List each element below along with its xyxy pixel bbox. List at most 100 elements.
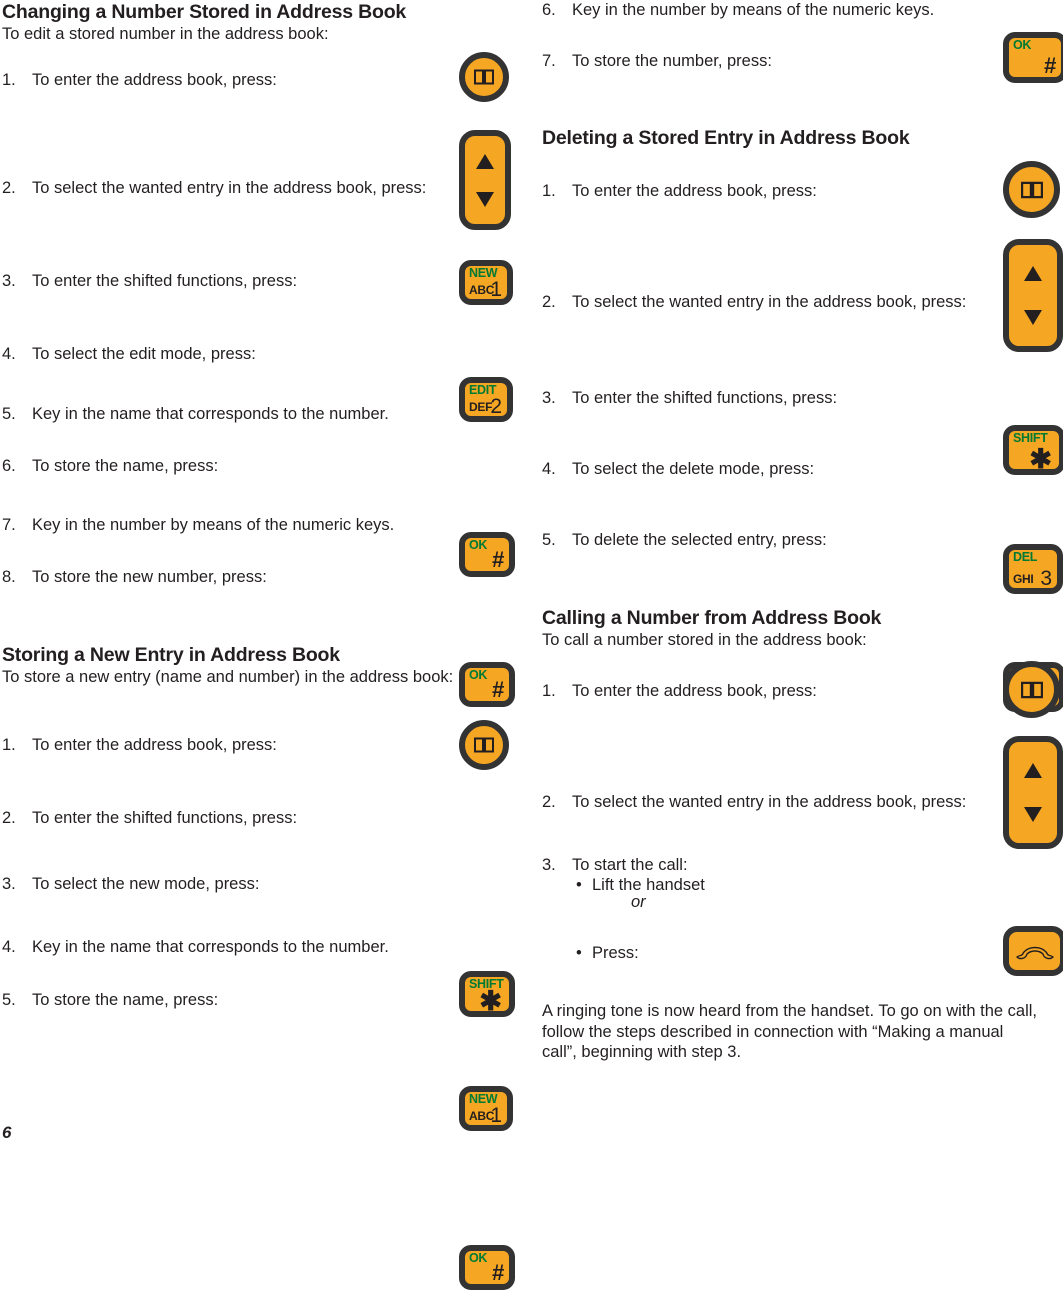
step-text: To select the wanted entry in the addres…	[32, 179, 427, 197]
step-number: 8.	[2, 568, 16, 586]
step-item: 4. To select the delete mode, press:	[542, 459, 992, 479]
step-item: 6. Key in the number by means of the num…	[542, 0, 982, 20]
step-number: 3.	[542, 389, 556, 407]
step-number: 2.	[2, 179, 16, 197]
step-item: 3. To start the call:	[542, 855, 992, 875]
bullet-item-press: • Press:	[576, 943, 876, 963]
step-number: 5.	[2, 405, 16, 423]
step-text: To select the wanted entry in the addres…	[572, 293, 967, 311]
shift-star-key-icon[interactable]: SHIFT ✱	[459, 971, 515, 1017]
step-number: 5.	[542, 531, 556, 549]
step-text: Key in the name that corresponds to the …	[32, 938, 389, 956]
bullet-glyph: •	[576, 876, 582, 894]
bullet-text: Press:	[592, 944, 639, 962]
step-item: 2. To select the wanted entry in the add…	[542, 292, 992, 312]
step-text: To select the wanted entry in the addres…	[572, 793, 967, 811]
step-text: To store the number, press:	[572, 52, 772, 70]
step-number: 7.	[542, 52, 556, 70]
step-item: 1. To enter the address book, press:	[542, 681, 992, 701]
new-abc-1-key-icon[interactable]: NEW ABC 1	[459, 260, 513, 305]
key-label-2: 2	[490, 395, 502, 418]
shift-star-key-icon[interactable]: SHIFT ✱	[1003, 425, 1063, 475]
key-label-hash: #	[1043, 53, 1056, 78]
address-book-key-icon[interactable]	[1003, 161, 1060, 218]
ok-hash-key-icon[interactable]: OK #	[1003, 32, 1063, 83]
section-heading-storing-entry: Storing a New Entry in Address Book To s…	[2, 645, 502, 687]
ok-hash-key-icon[interactable]: OK #	[459, 662, 515, 707]
ok-hash-key-icon[interactable]: OK #	[459, 1245, 515, 1290]
arrow-up-icon	[476, 153, 494, 169]
or-separator: or	[631, 893, 646, 911]
arrow-down-icon	[1024, 310, 1042, 326]
step-text: To start the call:	[572, 856, 688, 874]
step-text: To enter the address book, press:	[572, 182, 817, 200]
key-label-3: 3	[1040, 567, 1052, 590]
step-text: To delete the selected entry, press:	[572, 531, 827, 549]
ok-hash-key-icon[interactable]: OK #	[459, 532, 515, 577]
step-number: 1.	[2, 71, 16, 89]
step-number: 7.	[2, 516, 16, 534]
step-text: To store the new number, press:	[32, 568, 267, 586]
section-title: Deleting a Stored Entry in Address Book	[542, 127, 910, 149]
step-number: 3.	[2, 875, 16, 893]
step-text: To select the delete mode, press:	[572, 460, 815, 478]
step-number: 6.	[2, 457, 16, 475]
up-down-arrow-key-icon[interactable]	[1003, 736, 1063, 849]
step-number: 3.	[2, 272, 16, 290]
key-label-del: DEL	[1013, 550, 1038, 564]
step-item: 4. Key in the name that corresponds to t…	[2, 937, 442, 957]
step-text: To enter the address book, press:	[32, 71, 277, 89]
up-down-arrow-key-icon[interactable]	[459, 130, 511, 230]
key-label-ghi: GHI	[1013, 572, 1034, 586]
step-text: To enter the address book, press:	[32, 736, 277, 754]
step-item: 3. To enter the shifted functions, press…	[2, 271, 442, 291]
right-column: 6. Key in the number by means of the num…	[540, 0, 1063, 1149]
key-label-hash: #	[491, 1260, 504, 1285]
step-item: 4. To select the edit mode, press:	[2, 344, 442, 364]
step-item: 7. To store the number, press:	[542, 51, 982, 71]
key-label-hash: #	[491, 677, 504, 702]
step-text: To store the name, press:	[32, 991, 219, 1009]
step-text: To store the name, press:	[32, 457, 219, 475]
step-number: 1.	[2, 736, 16, 754]
step-text: To select the new mode, press:	[32, 875, 260, 893]
step-number: 2.	[542, 293, 556, 311]
address-book-key-icon[interactable]	[459, 720, 509, 770]
new-abc-1-key-icon[interactable]: NEW ABC 1	[459, 1086, 513, 1131]
arrow-down-icon	[476, 191, 494, 207]
step-item: 5. To delete the selected entry, press:	[542, 530, 992, 550]
step-text: To enter the address book, press:	[572, 682, 817, 700]
section-heading-deleting-entry: Deleting a Stored Entry in Address Book	[542, 128, 1042, 149]
key-label-1: 1	[490, 1104, 502, 1127]
step-number: 5.	[2, 991, 16, 1009]
edit-def-2-key-icon[interactable]: EDIT DEF 2	[459, 377, 513, 422]
handset-key-icon[interactable]	[1003, 926, 1063, 976]
step-text: Key in the number by means of the numeri…	[32, 516, 395, 534]
address-book-key-icon[interactable]	[459, 52, 509, 102]
address-book-key-icon[interactable]	[1003, 661, 1060, 718]
step-number: 6.	[542, 1, 556, 19]
key-label-def: DEF	[469, 400, 493, 414]
bullet-item-lift-handset: • Lift the handset	[576, 875, 876, 895]
step-item: 5. To store the name, press:	[2, 990, 442, 1010]
step-item: 6. To store the name, press:	[2, 456, 442, 476]
step-item: 1. To enter the address book, press:	[2, 735, 442, 755]
key-label-ok: OK	[469, 1251, 488, 1265]
step-text: To enter the shifted functions, press:	[32, 809, 298, 827]
arrow-down-icon	[1024, 807, 1042, 823]
key-label-ok: OK	[469, 668, 488, 682]
step-item: 8. To store the new number, press:	[2, 567, 442, 587]
del-ghi-3-key-icon[interactable]: DEL GHI 3	[1003, 544, 1063, 594]
step-number: 4.	[542, 460, 556, 478]
up-down-arrow-key-icon[interactable]	[1003, 239, 1063, 352]
step-text: Key in the number by means of the numeri…	[572, 1, 935, 19]
step-text: Key in the name that corresponds to the …	[32, 405, 389, 423]
key-label-hash: #	[491, 547, 504, 572]
step-item: 3. To enter the shifted functions, press…	[542, 388, 992, 408]
section-heading-changing-number: Changing a Number Stored in Address Book…	[2, 2, 472, 44]
step-item: 1. To enter the address book, press:	[542, 181, 992, 201]
step-number: 2.	[542, 793, 556, 811]
key-label-ok: OK	[1013, 38, 1032, 52]
step-number: 4.	[2, 938, 16, 956]
step-item: 2. To select the wanted entry in the add…	[2, 178, 442, 198]
